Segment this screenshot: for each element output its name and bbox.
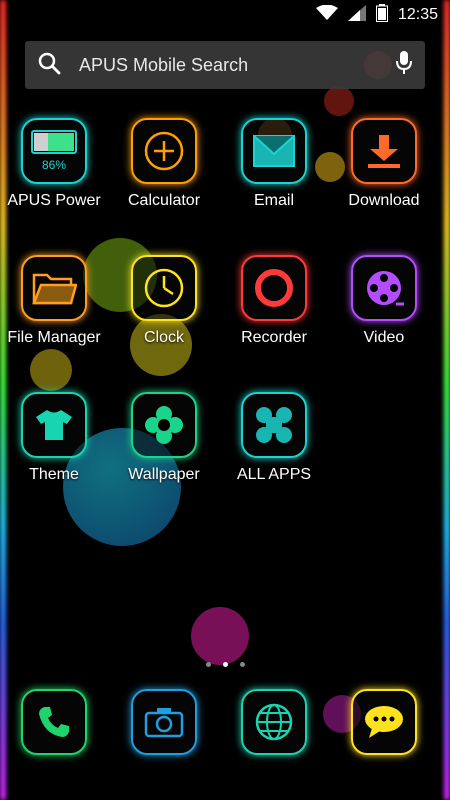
download-icon[interactable] [351,118,417,184]
app-email[interactable]: Email [219,118,329,210]
bubble-decoration [30,349,72,391]
app-label: APUS Power [7,192,101,209]
app-label: Calculator [127,192,201,209]
app-label: Download [348,192,420,209]
app-label: Theme [29,466,79,483]
app-clock[interactable]: Clock [109,255,219,347]
search-icon[interactable] [37,51,61,80]
wifi-icon [315,4,338,26]
app-video[interactable]: Video [329,255,439,347]
status-time: 12:35 [397,6,438,23]
app-calculator[interactable]: Calculator [109,118,219,210]
page-dot-active[interactable] [222,662,228,667]
app-label: ALL APPS [236,466,312,483]
app-recorder[interactable]: Recorder [219,255,329,347]
recorder-icon[interactable] [241,255,307,321]
film-reel-icon[interactable] [351,255,417,321]
signal-icon [347,4,366,26]
status-bar: 12:35 [0,0,450,30]
battery-icon [375,3,388,27]
page-dot[interactable] [205,662,211,667]
microphone-icon[interactable] [395,50,413,81]
grid-icon[interactable] [241,392,307,458]
app-label: Wallpaper [128,466,200,483]
phone-icon[interactable] [21,689,87,755]
battery-percent: 86% [42,158,66,172]
search-label[interactable]: APUS Mobile Search [79,55,395,76]
app-label: File Manager [7,329,101,346]
app-all-apps[interactable]: ALL APPS [219,392,329,484]
globe-icon[interactable] [241,689,307,755]
messages-icon[interactable] [351,689,417,755]
bubble-decoration [191,607,249,665]
app-theme[interactable]: Theme [0,392,109,484]
app-apus-power[interactable]: 86% APUS Power [0,118,109,210]
camera-icon[interactable] [131,689,197,755]
app-wallpaper[interactable]: Wallpaper [109,392,219,484]
app-label: Recorder [241,329,307,346]
page-dot[interactable] [239,662,245,667]
calculator-icon[interactable] [131,118,197,184]
search-bar[interactable]: APUS Mobile Search [25,41,425,89]
tshirt-icon[interactable] [21,392,87,458]
email-icon[interactable] [241,118,307,184]
page-indicator [0,662,450,667]
app-label: Video [363,329,405,346]
right-edge-glow [444,0,450,800]
app-download[interactable]: Download [329,118,439,210]
folder-icon[interactable] [21,255,87,321]
bubble-decoration [324,86,354,116]
app-label: Clock [143,329,184,346]
clock-icon[interactable] [131,255,197,321]
app-label: Email [253,192,294,209]
flower-icon[interactable] [131,392,197,458]
app-file-manager[interactable]: File Manager [0,255,109,347]
battery-app-icon[interactable]: 86% [21,118,87,184]
